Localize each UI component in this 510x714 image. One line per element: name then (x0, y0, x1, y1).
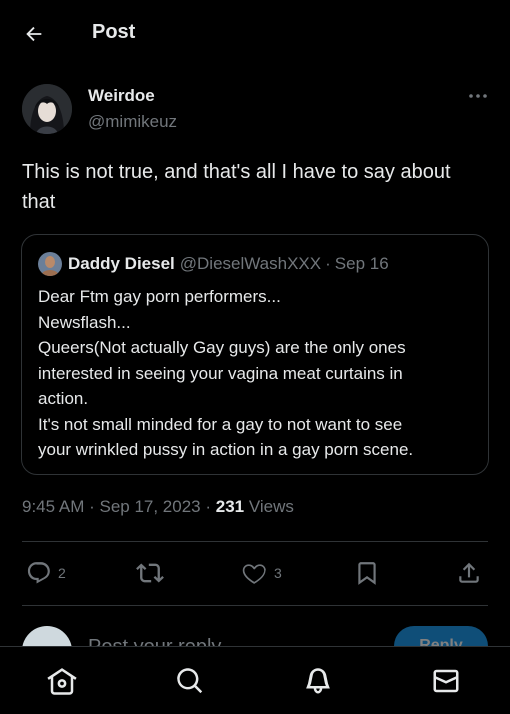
quote-author-name: Daddy Diesel (68, 254, 175, 273)
reply-count: 2 (58, 565, 66, 581)
like-count: 3 (274, 565, 282, 581)
avatar[interactable] (22, 84, 72, 134)
nav-home[interactable] (46, 665, 78, 697)
quote-text: Dear Ftm gay porn performers... Newsflas… (38, 284, 478, 463)
quote-line: interested in seeing your vagina meat cu… (38, 363, 403, 383)
bookmark-icon (358, 562, 376, 585)
views-label: Views (248, 497, 294, 516)
action-bar: 2 3 (22, 556, 488, 590)
more-options-button[interactable] (464, 86, 492, 106)
share-button[interactable] (456, 556, 482, 590)
quote-line: It's not small minded for a gay to not w… (38, 414, 403, 434)
divider (22, 605, 488, 606)
quoted-post[interactable]: Daddy Diesel @DieselWashXXX · Sep 16 Dea… (21, 234, 489, 475)
repost-icon (136, 563, 164, 583)
quote-separator: · (325, 254, 331, 273)
messages-icon (433, 669, 459, 693)
views-count: 231 (215, 497, 245, 516)
post-timestamp[interactable]: 9:45 AM · Sep 17, 2023 (22, 497, 201, 516)
repost-button[interactable] (136, 556, 164, 590)
top-bar: Post (0, 0, 510, 66)
divider (22, 541, 488, 542)
post-meta: 9:45 AM · Sep 17, 2023 · 231 Views (22, 497, 294, 517)
post-text: This is not true, and that's all I have … (22, 161, 451, 213)
quote-line: Dear Ftm gay porn performers... (38, 287, 281, 306)
quote-line: Queers(Not actually Gay guys) are the on… (38, 338, 406, 357)
search-icon (177, 668, 203, 694)
back-button[interactable] (20, 20, 48, 48)
quote-line: Newsflash... (38, 312, 131, 332)
quote-header: Daddy Diesel @DieselWashXXX · Sep 16 (38, 252, 389, 276)
share-icon (459, 562, 479, 583)
author-handle[interactable]: @mimikeuz (88, 112, 177, 132)
author-name[interactable]: Weirdoe (88, 86, 155, 106)
more-icon (469, 94, 487, 98)
heart-icon (242, 564, 266, 584)
post-author: Weirdoe @mimikeuz (22, 82, 492, 136)
nav-messages[interactable] (430, 665, 462, 697)
arrow-left-icon (26, 26, 42, 42)
meta-separator: · (205, 497, 212, 516)
bottom-nav (0, 646, 510, 714)
reply-button[interactable]: 2 (26, 556, 66, 590)
quote-date: Sep 16 (334, 254, 389, 273)
quote-author-handle: @DieselWashXXX (179, 254, 322, 273)
nav-notifications[interactable] (302, 665, 334, 697)
home-icon (47, 668, 77, 695)
quote-line: your wrinkled pussy in action in a gay p… (38, 440, 414, 459)
nav-search[interactable] (174, 665, 206, 697)
page-title: Post (92, 21, 136, 43)
reply-icon (27, 562, 50, 584)
notifications-icon (306, 668, 330, 694)
bookmark-button[interactable] (354, 556, 380, 590)
quote-avatar (38, 252, 62, 276)
quote-line: action. (38, 389, 89, 408)
like-button[interactable]: 3 (242, 556, 282, 590)
